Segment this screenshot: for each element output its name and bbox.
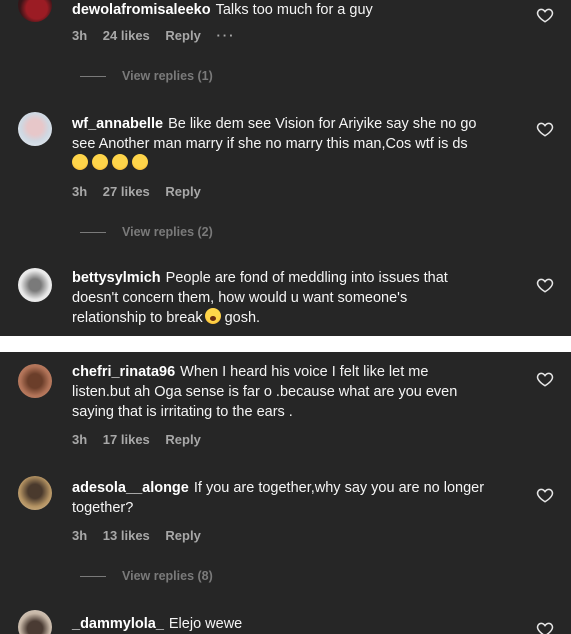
avatar[interactable]	[18, 0, 52, 22]
comment-body-line: listen.but ah Oga sense is far o .becaus…	[72, 384, 458, 400]
avatar[interactable]	[18, 610, 52, 634]
comment-text: adesola__alonge If you are together,why s…	[72, 478, 517, 518]
comment-text: chefri_rinata96 When I heard his voice I …	[72, 362, 517, 422]
heart-outline-icon[interactable]	[536, 620, 554, 634]
comment-body-line: If you are together,why say you are no l…	[193, 480, 485, 496]
view-replies-button[interactable]: View replies (2)	[80, 222, 213, 242]
more-options-icon[interactable]: ···	[216, 28, 235, 43]
comment-text: dewolafromisaleeko Talks too much for a g…	[72, 0, 517, 20]
view-replies-button[interactable]: View replies (1)	[80, 66, 213, 86]
comment-body-line: doesn't concern them, how would u want s…	[72, 290, 408, 306]
avatar[interactable]	[18, 476, 52, 510]
comment-body-line: Be like dem see Vision for Ariyike say s…	[168, 116, 477, 132]
comment-body: Talks too much for a guy	[215, 2, 373, 18]
view-replies-button[interactable]: View replies (8)	[80, 566, 213, 586]
reply-button[interactable]: Reply	[165, 432, 200, 447]
reply-button[interactable]: Reply	[165, 528, 200, 543]
avatar[interactable]	[18, 268, 52, 302]
comment-username[interactable]: adesola__alonge	[72, 480, 189, 496]
comments-panel-top: dewolafromisaleeko Talks too much for a g…	[0, 0, 571, 336]
reply-button[interactable]: Reply	[165, 28, 200, 43]
heart-outline-icon[interactable]	[536, 276, 554, 294]
comment-body: Elejo wewe	[168, 616, 243, 632]
comment-body-line: together?	[72, 500, 134, 516]
comment-username[interactable]: dewolafromisaleeko	[72, 2, 211, 18]
heart-outline-icon[interactable]	[536, 120, 554, 138]
comment-username[interactable]: _dammylola_	[72, 616, 164, 632]
comment-body-line: saying that is irritating to the ears .	[72, 404, 293, 420]
shocked-emoji-icon	[204, 308, 221, 324]
comment-meta: 3h 17 likes Reply	[72, 430, 213, 450]
comment-likes[interactable]: 27 likes	[103, 184, 150, 199]
avatar[interactable]	[18, 364, 52, 398]
laughing-emoji-icon	[112, 154, 128, 170]
comment-time: 3h	[72, 28, 88, 43]
heart-outline-icon[interactable]	[536, 370, 554, 388]
view-replies-label: View replies (2)	[122, 225, 213, 239]
heart-outline-icon[interactable]	[536, 6, 554, 24]
comment-body-line: see Another man marry if she no marry th…	[72, 136, 468, 152]
comment-body-line: When I heard his voice I felt like let m…	[180, 364, 429, 380]
comment-body-line: gosh.	[224, 310, 261, 326]
comment-username[interactable]: bettysylmich	[72, 270, 161, 286]
comment-time: 3h	[72, 184, 88, 199]
comment-text: wf_annabelle Be like dem see Vision for A…	[72, 114, 517, 174]
view-replies-label: View replies (8)	[122, 569, 213, 583]
avatar[interactable]	[18, 112, 52, 146]
reply-button[interactable]: Reply	[165, 184, 200, 199]
comment-body-line: People are fond of meddling into issues …	[165, 270, 448, 286]
comment-time: 3h	[72, 432, 88, 447]
laughing-emoji-icon	[92, 154, 108, 170]
heart-outline-icon[interactable]	[536, 486, 554, 504]
comment-time: 3h	[72, 528, 88, 543]
comment-likes[interactable]: 13 likes	[103, 528, 150, 543]
comment-username[interactable]: wf_annabelle	[72, 116, 163, 132]
comments-panel-bottom: chefri_rinata96 When I heard his voice I …	[0, 352, 571, 634]
comment-meta: 3h 24 likes Reply ···	[72, 26, 247, 46]
comment-likes[interactable]: 17 likes	[103, 432, 150, 447]
comment-text: bettysylmich People are fond of meddling …	[72, 268, 517, 328]
comment-meta: 3h 13 likes Reply	[72, 526, 213, 546]
comment-text: _dammylola_ Elejo wewe	[72, 614, 517, 634]
separator-line	[80, 76, 106, 78]
view-replies-label: View replies (1)	[122, 69, 213, 83]
laughing-emoji-icon	[72, 154, 88, 170]
separator-line	[80, 576, 106, 578]
separator-line	[80, 232, 106, 234]
comment-likes[interactable]: 24 likes	[103, 28, 150, 43]
comment-username[interactable]: chefri_rinata96	[72, 364, 175, 380]
comment-meta: 3h 27 likes Reply	[72, 182, 213, 202]
comment-body-line: relationship to break	[72, 310, 203, 326]
laughing-emoji-icon	[132, 154, 148, 170]
